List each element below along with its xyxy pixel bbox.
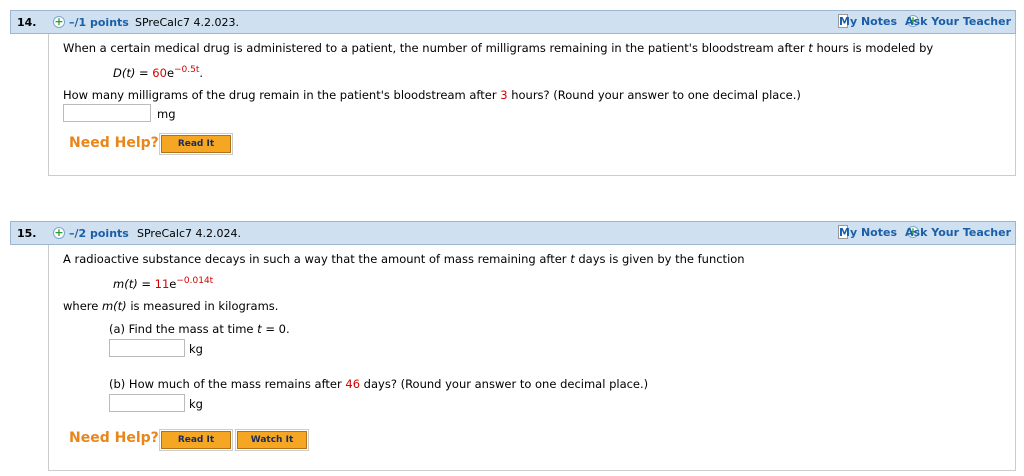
ask-your-teacher-link[interactable]: Ask Your Teacher bbox=[905, 15, 1011, 28]
part-b-text: (b) How much of the mass remains after bbox=[109, 377, 346, 391]
part-b-prompt: (b) How much of the mass remains after 4… bbox=[109, 377, 648, 391]
need-help-label: Need Help? bbox=[69, 430, 159, 446]
where-var: m(t) bbox=[101, 299, 127, 313]
question-15-header: 15. + –/2 points SPreCalc7 4.2.024. My N… bbox=[10, 221, 1016, 245]
points-link[interactable]: –/1 points bbox=[69, 16, 129, 29]
question-intro: A radioactive substance decays in such a… bbox=[63, 252, 745, 266]
read-it-button[interactable]: Read It bbox=[159, 133, 233, 155]
where-suffix: is measured in kilograms. bbox=[126, 299, 279, 313]
points-link[interactable]: –/2 points bbox=[69, 227, 129, 240]
part-a-prompt: (a) Find the mass at time t = 0. bbox=[109, 322, 290, 336]
function-exponent: −0.5t bbox=[174, 65, 200, 75]
prompt-text: How many milligrams of the drug remain i… bbox=[63, 88, 501, 102]
my-notes-link[interactable]: My Notes bbox=[839, 15, 897, 28]
question-intro: When a certain medical drug is administe… bbox=[63, 41, 933, 55]
expand-plus-icon[interactable]: + bbox=[53, 16, 65, 28]
intro-text-end: days is given by the function bbox=[574, 252, 745, 266]
function-coefficient: 11 bbox=[154, 276, 170, 291]
part-b-unit: kg bbox=[189, 397, 203, 411]
answer-input[interactable] bbox=[63, 104, 151, 122]
function-coefficient: 60 bbox=[152, 65, 167, 80]
function-formula: m(t) = 11e−0.014t bbox=[113, 276, 213, 291]
part-a-answer-input[interactable] bbox=[109, 339, 185, 357]
need-help-label: Need Help? bbox=[69, 135, 159, 151]
equals: = bbox=[137, 276, 155, 291]
part-b-answer-input[interactable] bbox=[109, 394, 185, 412]
part-a-unit: kg bbox=[189, 342, 203, 356]
question-14-header: 14. + –/1 points SPreCalc7 4.2.023. My N… bbox=[10, 10, 1016, 34]
question-14: 14. + –/1 points SPreCalc7 4.2.023. My N… bbox=[10, 10, 1016, 176]
question-number: 14. bbox=[17, 16, 37, 29]
intro-text-end: hours is modeled by bbox=[812, 41, 934, 55]
part-b-value: 46 bbox=[345, 377, 361, 391]
question-14-body: When a certain medical drug is administe… bbox=[48, 34, 1016, 176]
prompt-text-end: hours? (Round your answer to one decimal… bbox=[507, 88, 801, 102]
question-source: SPreCalc7 4.2.024. bbox=[137, 227, 241, 240]
where-text: where m(t) is measured in kilograms. bbox=[63, 299, 278, 313]
function-name: D(t) bbox=[113, 65, 136, 80]
part-a-text-end: = 0. bbox=[261, 322, 290, 336]
function-name: m(t) bbox=[113, 276, 138, 291]
answer-unit: mg bbox=[157, 107, 176, 121]
read-it-button[interactable]: Read It bbox=[159, 429, 233, 451]
watch-it-button[interactable]: Watch It bbox=[235, 429, 309, 451]
question-15-body: A radioactive substance decays in such a… bbox=[48, 245, 1016, 471]
question-prompt: How many milligrams of the drug remain i… bbox=[63, 88, 801, 102]
equals: = bbox=[135, 65, 153, 80]
intro-text: When a certain medical drug is administe… bbox=[63, 41, 809, 55]
my-notes-link[interactable]: My Notes bbox=[839, 226, 897, 239]
function-base: e bbox=[166, 65, 175, 80]
function-exponent: −0.014t bbox=[176, 276, 214, 286]
where-prefix: where bbox=[63, 299, 102, 313]
question-source: SPreCalc7 4.2.023. bbox=[135, 16, 239, 29]
question-15: 15. + –/2 points SPreCalc7 4.2.024. My N… bbox=[10, 221, 1016, 471]
question-number: 15. bbox=[17, 227, 37, 240]
part-a-text: (a) Find the mass at time bbox=[109, 322, 258, 336]
function-formula: D(t) = 60e−0.5t. bbox=[113, 65, 203, 80]
part-b-text-end: days? (Round your answer to one decimal … bbox=[360, 377, 649, 391]
ask-your-teacher-link[interactable]: Ask Your Teacher bbox=[905, 226, 1011, 239]
function-end: . bbox=[199, 65, 204, 80]
prompt-value: 3 bbox=[500, 88, 508, 102]
expand-plus-icon[interactable]: + bbox=[53, 227, 65, 239]
intro-text: A radioactive substance decays in such a… bbox=[63, 252, 571, 266]
